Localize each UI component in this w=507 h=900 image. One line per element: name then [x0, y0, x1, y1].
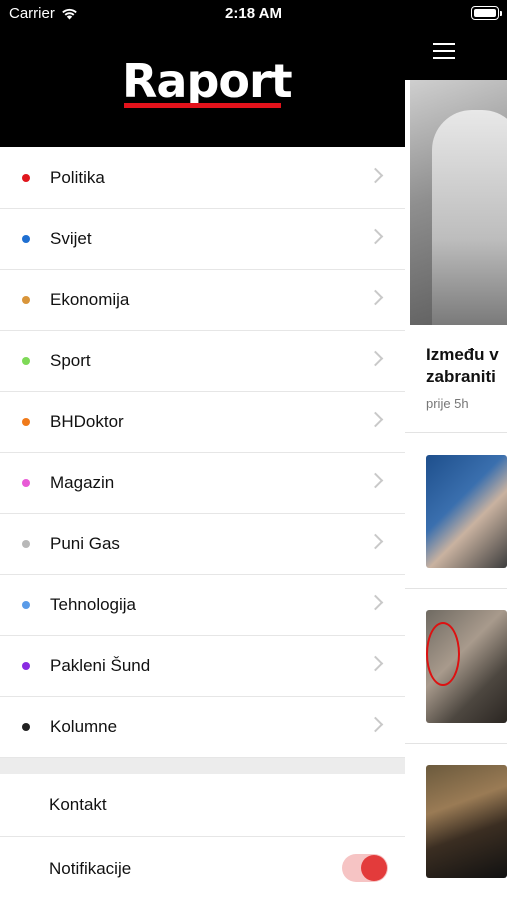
category-list: Politika Svijet Ekonomija Sport BHDoktor Maga… — [0, 148, 405, 758]
hero-article-time: prije 5h — [426, 396, 469, 411]
article-thumbnail[interactable] — [426, 610, 507, 723]
category-color-dot — [22, 540, 30, 548]
category-item-5[interactable]: Magazin — [0, 453, 405, 514]
category-color-dot — [22, 235, 30, 243]
article-thumbnail[interactable] — [426, 765, 507, 878]
category-color-dot — [22, 601, 30, 609]
category-color-dot — [22, 357, 30, 365]
category-color-dot — [22, 174, 30, 182]
divider — [405, 743, 507, 744]
hero-article-image[interactable] — [410, 80, 507, 325]
category-label: Svijet — [50, 229, 92, 248]
category-item-2[interactable]: Ekonomija — [0, 270, 405, 331]
category-label: BHDoktor — [50, 412, 124, 431]
menu-icon[interactable] — [433, 43, 455, 59]
menu-separator — [0, 758, 405, 774]
chevron-right-icon — [367, 472, 384, 489]
article-thumbnail[interactable] — [426, 455, 507, 568]
category-item-3[interactable]: Sport — [0, 331, 405, 392]
chevron-right-icon — [367, 411, 384, 428]
main-content-panel: Između v zabraniti prije 5h — [405, 0, 507, 900]
category-label: Magazin — [50, 473, 115, 492]
category-color-dot — [22, 418, 30, 426]
category-label: Kolumne — [50, 717, 118, 736]
category-color-dot — [22, 723, 30, 731]
hero-article-title[interactable]: Između v zabraniti — [426, 344, 499, 388]
hero-title-line-2: zabraniti — [426, 367, 496, 386]
category-label: Tehnologija — [50, 595, 137, 614]
contact-item[interactable]: Kontakt — [0, 774, 405, 837]
battery-icon — [471, 6, 502, 20]
notifications-toggle[interactable] — [342, 854, 388, 882]
chevron-right-icon — [367, 655, 384, 672]
status-bar: Carrier 2:18 AM — [0, 0, 507, 28]
chevron-right-icon — [367, 228, 384, 245]
category-item-7[interactable]: Tehnologija — [0, 575, 405, 636]
chevron-right-icon — [367, 716, 384, 733]
logo-underline — [124, 103, 281, 108]
highlight-circle — [426, 622, 460, 686]
chevron-right-icon — [367, 350, 384, 367]
hero-title-line-1: Između v — [426, 345, 499, 364]
divider — [405, 588, 507, 589]
hero-photo-figure — [432, 110, 507, 325]
category-item-9[interactable]: Kolumne — [0, 697, 405, 758]
category-color-dot — [22, 662, 30, 670]
category-color-dot — [22, 479, 30, 487]
category-label: Sport — [50, 351, 91, 370]
chevron-right-icon — [367, 167, 384, 184]
chevron-right-icon — [367, 289, 384, 306]
category-item-1[interactable]: Svijet — [0, 209, 405, 270]
notifications-label: Notifikacije — [49, 858, 132, 878]
category-label: Ekonomija — [50, 290, 130, 309]
category-color-dot — [22, 296, 30, 304]
category-item-0[interactable]: Politika — [0, 148, 405, 209]
chevron-right-icon — [367, 594, 384, 611]
category-label: Puni Gas — [50, 534, 120, 553]
contact-label: Kontakt — [49, 795, 107, 814]
category-item-6[interactable]: Puni Gas — [0, 514, 405, 575]
status-time: 2:18 AM — [225, 5, 282, 22]
chevron-right-icon — [367, 533, 384, 550]
category-label: Pakleni Šund — [50, 656, 151, 675]
side-menu: Raport Politika Svijet Ekonomija Sport BHDok… — [0, 0, 405, 900]
toggle-knob — [361, 855, 387, 881]
notifications-item: Notifikacije — [0, 837, 405, 900]
category-label: Politika — [50, 168, 105, 187]
category-item-8[interactable]: Pakleni Šund — [0, 636, 405, 697]
category-item-4[interactable]: BHDoktor — [0, 392, 405, 453]
divider — [405, 432, 507, 433]
app-logo[interactable]: Raport — [122, 58, 293, 104]
